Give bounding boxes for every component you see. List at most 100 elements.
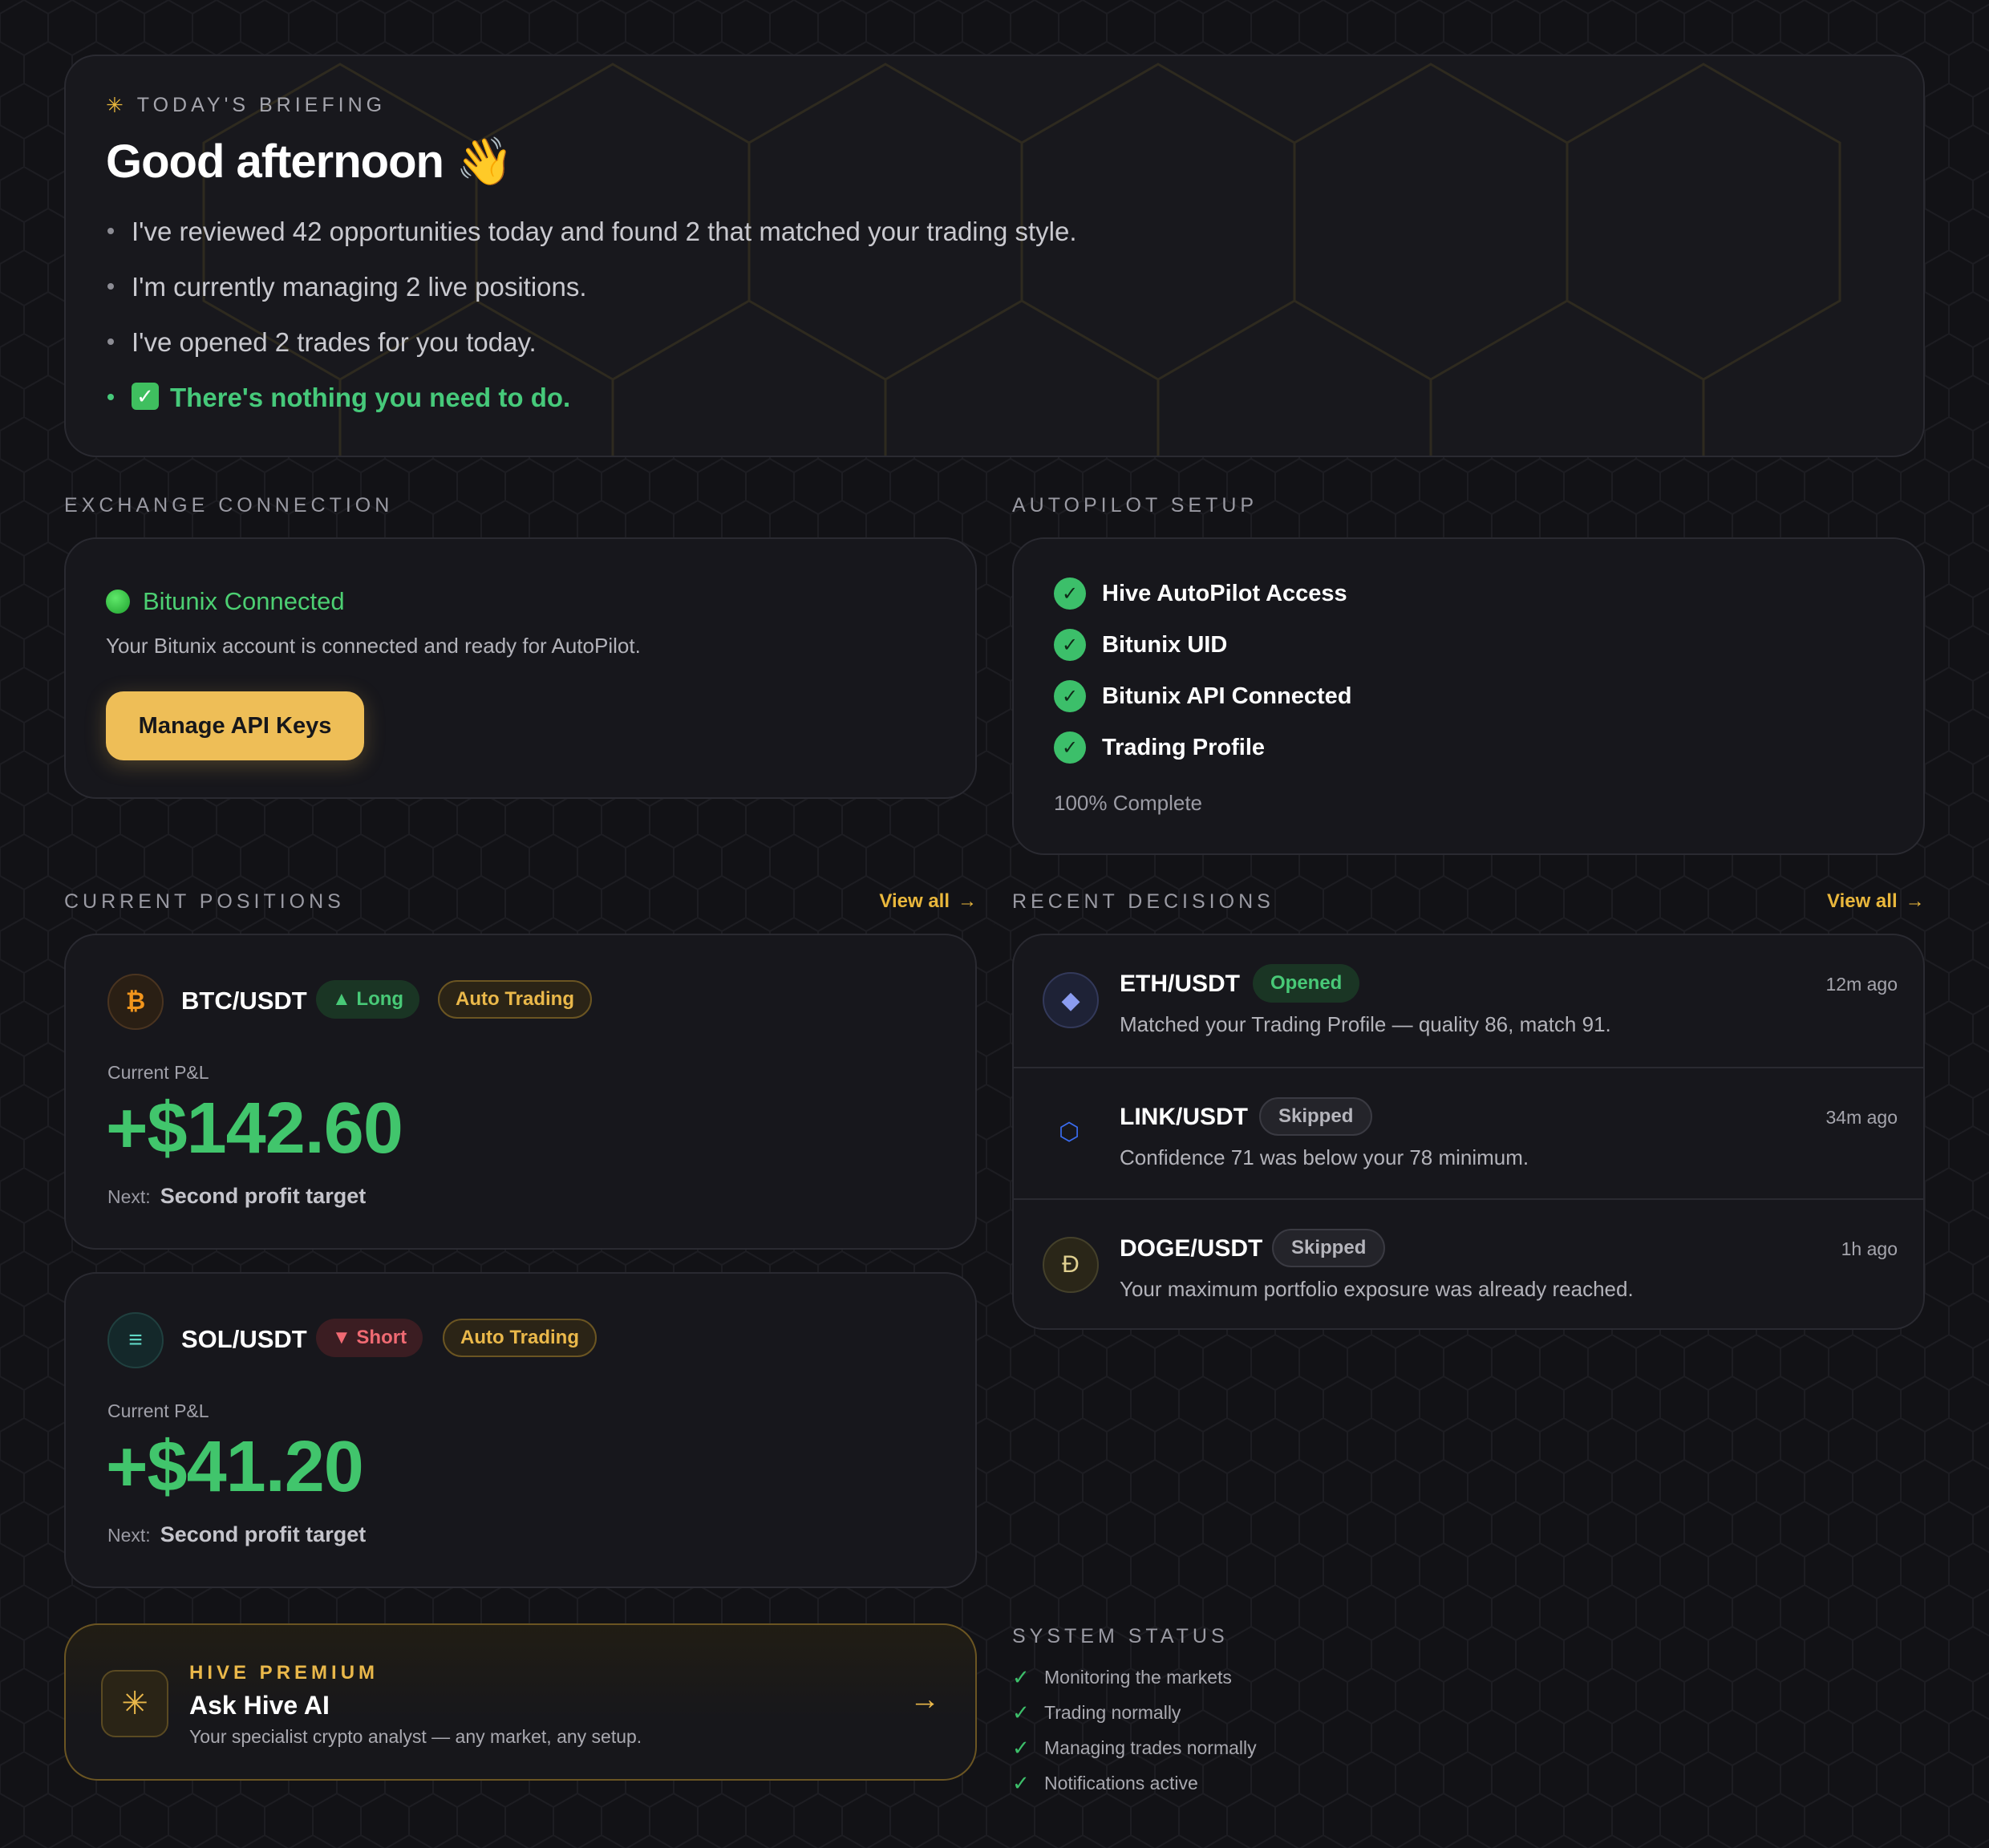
decision-text: Confidence 71 was below your 78 minimum. (1120, 1145, 1529, 1169)
greeting-title: Good afternoon 👋 (106, 136, 513, 188)
decision-row[interactable]: ⬡ LINK/USDT Skipped 34m ago Confidence 7… (1014, 1067, 1923, 1200)
system-status-item: ✓ Notifications active (1012, 1771, 1198, 1796)
decision-row[interactable]: ◆ ETH/USDT Opened 12m ago Matched your T… (1014, 935, 1923, 1067)
system-status-item: ✓ Monitoring the markets (1012, 1665, 1232, 1690)
autopilot-section-label: AUTOPILOT SETUP (1012, 494, 1258, 517)
solana-icon: ≡ (107, 1312, 164, 1368)
connection-status: Bitunix Connected (106, 587, 345, 616)
decision-time: 34m ago (1825, 1107, 1898, 1128)
next-target: Next: Second profit target (107, 1184, 366, 1209)
check-icon: ✓ (1012, 1771, 1030, 1795)
decision-pair: ETH/USDT (1120, 971, 1240, 997)
position-card-sol[interactable]: ≡ SOL/USDT ▼ Short Auto Trading Current … (64, 1272, 977, 1588)
ask-hive-ai-card[interactable]: ✳ HIVE PREMIUM Ask Hive AI Your speciali… (64, 1623, 977, 1781)
check-icon: ✓ (1012, 1665, 1030, 1689)
positions-section-label: CURRENT POSITIONS (64, 890, 345, 913)
bullet-text: I've opened 2 trades for you today. (132, 327, 537, 357)
position-pair: BTC/USDT (181, 987, 307, 1015)
view-all-text: View all (1827, 890, 1898, 912)
arrow-right-icon: → (958, 890, 977, 912)
next-value: Second profit target (160, 1522, 367, 1546)
pnl-value: +$142.60 (106, 1088, 403, 1169)
decision-pair: DOGE/USDT (1120, 1235, 1263, 1262)
connection-title: Bitunix Connected (143, 587, 345, 615)
exchange-card: Bitunix Connected Your Bitunix account i… (64, 537, 977, 799)
autopilot-item: ✓ Bitunix UID (1054, 629, 1227, 661)
next-value: Second profit target (160, 1184, 367, 1208)
briefing-bullet: I've reviewed 42 opportunities today and… (106, 217, 1077, 272)
decisions-view-all-link[interactable]: View all → (1827, 890, 1925, 913)
decision-row[interactable]: Ð DOGE/USDT Skipped 1h ago Your maximum … (1014, 1198, 1923, 1328)
next-target: Next: Second profit target (107, 1522, 366, 1547)
system-status-text: Trading normally (1044, 1702, 1181, 1723)
system-status-item: ✓ Managing trades normally (1012, 1736, 1257, 1761)
check-icon: ✓ (1012, 1700, 1030, 1724)
pnl-value: +$41.20 (106, 1427, 364, 1507)
autopilot-item: ✓ Trading Profile (1054, 732, 1265, 764)
system-section-label: SYSTEM STATUS (1012, 1625, 1229, 1647)
check-circle-icon: ✓ (1054, 578, 1086, 610)
briefing-ok-bullet: ✓ There's nothing you need to do. (106, 383, 1077, 438)
decision-status-badge: Skipped (1259, 1097, 1373, 1136)
position-pair: SOL/USDT (181, 1325, 307, 1353)
system-status-text: Managing trades normally (1044, 1737, 1257, 1758)
autopilot-item: ✓ Hive AutoPilot Access (1054, 578, 1347, 610)
arrow-right-icon[interactable]: → (909, 1683, 940, 1717)
next-label: Next: (107, 1186, 151, 1207)
decision-pair: LINK/USDT (1120, 1104, 1248, 1130)
briefing-bullet: I'm currently managing 2 live positions. (106, 272, 1077, 327)
decision-time: 12m ago (1825, 974, 1898, 995)
decisions-section-label: RECENT DECISIONS (1012, 890, 1274, 913)
pnl-label: Current P&L (107, 1400, 209, 1421)
chainlink-icon: ⬡ (1058, 1118, 1080, 1145)
direction-badge: ▲ Long (316, 980, 420, 1019)
arrow-right-icon: → (1905, 890, 1925, 912)
briefing-bullet: I've opened 2 trades for you today. (106, 327, 1077, 383)
autopilot-item-label: Bitunix API Connected (1102, 683, 1352, 709)
briefing-bullets: I've reviewed 42 opportunities today and… (106, 217, 1077, 438)
premium-subtitle: Your specialist crypto analyst — any mar… (189, 1726, 642, 1747)
bullet-text: I've reviewed 42 opportunities today and… (132, 217, 1077, 246)
decision-status-badge: Opened (1253, 964, 1360, 1003)
direction-badge: ▼ Short (316, 1319, 423, 1357)
autopilot-item: ✓ Bitunix API Connected (1054, 680, 1352, 712)
bitcoin-icon: ₿ (107, 974, 164, 1030)
autopilot-item-label: Trading Profile (1102, 734, 1266, 760)
autopilot-progress: 100% Complete (1054, 791, 1202, 815)
decision-text: Your maximum portfolio exposure was alre… (1120, 1277, 1634, 1301)
positions-view-all-link[interactable]: View all → (879, 890, 977, 913)
decision-time: 1h ago (1841, 1238, 1898, 1259)
check-icon: ✓ (1012, 1736, 1030, 1760)
system-status-text: Notifications active (1044, 1773, 1198, 1793)
autopilot-item-label: Bitunix UID (1102, 631, 1228, 658)
sparkle-icon: ✳ (106, 93, 128, 117)
system-status-text: Monitoring the markets (1044, 1667, 1232, 1688)
mode-badge: Auto Trading (443, 1319, 597, 1357)
sparkle-icon: ✳ (101, 1670, 168, 1737)
check-circle-icon: ✓ (1054, 629, 1086, 661)
check-circle-icon: ✓ (1054, 732, 1086, 764)
ethereum-icon: ◆ (1043, 972, 1099, 1028)
view-all-text: View all (879, 890, 950, 912)
ok-text: There's nothing you need to do. (170, 383, 571, 412)
briefing-kicker-text: TODAY'S BRIEFING (136, 94, 387, 116)
bullet-text: I'm currently managing 2 live positions. (132, 272, 587, 302)
manage-api-keys-button[interactable]: Manage API Keys (106, 691, 364, 760)
check-circle-icon: ✓ (1054, 680, 1086, 712)
position-card-btc[interactable]: ₿ BTC/USDT ▲ Long Auto Trading Current P… (64, 934, 977, 1250)
decisions-card: ◆ ETH/USDT Opened 12m ago Matched your T… (1012, 934, 1925, 1330)
mode-badge: Auto Trading (438, 980, 592, 1019)
exchange-section-label: EXCHANGE CONNECTION (64, 494, 394, 517)
decision-status-badge: Skipped (1272, 1229, 1386, 1267)
premium-kicker: HIVE PREMIUM (189, 1662, 379, 1684)
decision-text: Matched your Trading Profile — quality 8… (1120, 1012, 1611, 1036)
check-mark-icon: ✓ (132, 383, 159, 410)
autopilot-card: ✓ Hive AutoPilot Access ✓ Bitunix UID ✓ Bit… (1012, 537, 1925, 855)
briefing-card: ✳ TODAY'S BRIEFING Good afternoon 👋 I've… (64, 55, 1925, 457)
autopilot-item-label: Hive AutoPilot Access (1102, 580, 1347, 606)
premium-title: Ask Hive AI (189, 1691, 330, 1720)
briefing-kicker: ✳ TODAY'S BRIEFING (106, 93, 386, 118)
system-status-item: ✓ Trading normally (1012, 1700, 1181, 1725)
status-dot-icon (106, 590, 130, 614)
pnl-label: Current P&L (107, 1062, 209, 1083)
